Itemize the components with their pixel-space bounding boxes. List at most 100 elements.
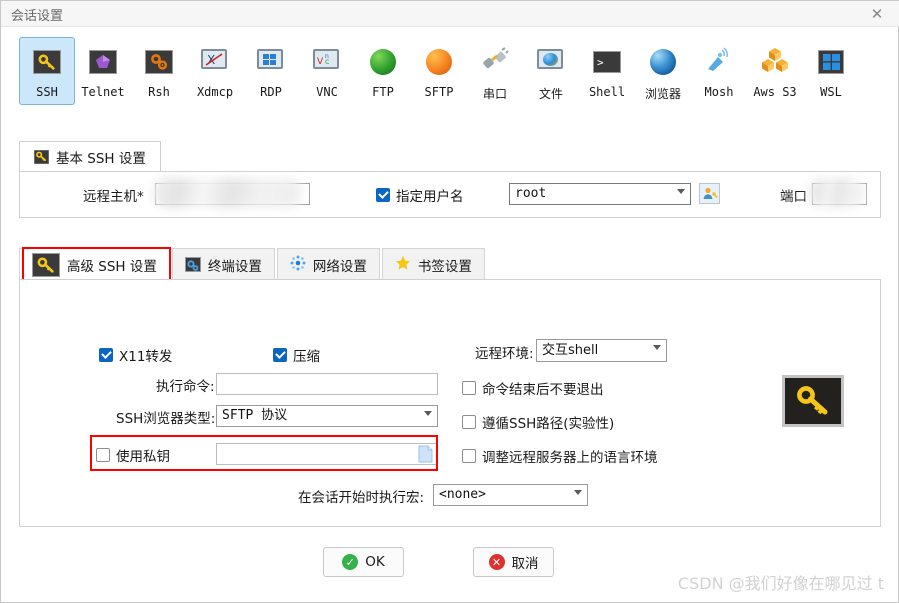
session-type-label: SSH — [36, 85, 58, 99]
window-title: 会话设置 — [11, 9, 64, 24]
session-type-icon — [535, 46, 567, 78]
ok-button-label: OK — [365, 554, 385, 570]
basic-settings-tab-row: 基本 SSH 设置 — [19, 141, 881, 172]
ssh-browser-type-value: SFTP 协议 — [222, 408, 288, 423]
session-type-list: SSH Telnet Rsh X Xdmcp RDP Vc n VNC FTP SFTP 串口 文件 > S… — [19, 37, 859, 105]
tab-adv-1[interactable]: 终端设置 — [171, 248, 275, 280]
follow-ssh-path-label: 遵循SSH路径(实验性) — [482, 416, 615, 432]
terminal-gear-icon — [184, 257, 201, 272]
private-key-path-input[interactable] — [216, 443, 438, 465]
adjust-locale-label: 调整远程服务器上的语言环境 — [482, 450, 658, 466]
session-type-VNC[interactable]: Vc n VNC — [299, 37, 355, 105]
use-private-key-checkbox[interactable] — [96, 448, 110, 462]
cancel-button[interactable]: ✕ 取消 — [473, 547, 554, 577]
close-icon[interactable]: ✕ — [854, 1, 899, 27]
compression-row[interactable]: 压缩 — [273, 345, 320, 365]
network-dots-icon — [290, 255, 306, 275]
xdmcp-monitor-icon: X — [201, 49, 229, 75]
tab-adv-2[interactable]: 网络设置 — [276, 248, 380, 280]
chevron-down-icon — [677, 189, 685, 194]
session-type-Aws S3[interactable]: Aws S3 — [747, 37, 803, 105]
session-type-icon — [87, 46, 119, 78]
session-type-label: 串口 — [482, 87, 507, 101]
tab-label: 终端设置 — [207, 258, 262, 275]
session-settings-dialog: 会话设置 ✕ SSH Telnet Rsh X Xdmcp RDP Vc n VNC FTP SFT… — [0, 0, 899, 603]
x-circle-icon: ✕ — [488, 554, 505, 570]
key-icon — [34, 150, 49, 164]
session-type-串口[interactable]: 串口 — [467, 37, 523, 105]
specify-username-row[interactable]: 指定用户名 — [376, 185, 464, 205]
adjust-locale-checkbox[interactable] — [462, 449, 476, 463]
svg-text:V: V — [317, 57, 324, 67]
x11-forwarding-row[interactable]: X11转发 — [99, 345, 172, 365]
username-combo[interactable]: root — [509, 183, 691, 205]
tab-basic-ssh-settings[interactable]: 基本 SSH 设置 — [19, 141, 161, 172]
chevron-down-icon — [574, 490, 582, 495]
tab-icon — [32, 252, 60, 277]
remote-environment-combo[interactable]: 交互shell — [536, 339, 667, 362]
session-type-label: Telnet — [81, 85, 125, 99]
basic-settings-panel: 远程主机* 指定用户名 root 端口 — [19, 171, 881, 218]
user-key-icon[interactable] — [699, 183, 720, 204]
startup-macro-combo[interactable]: <none> — [433, 484, 588, 506]
follow-ssh-path-checkbox[interactable] — [462, 415, 476, 429]
session-type-icon: X — [199, 46, 231, 78]
file-browse-icon[interactable] — [418, 445, 433, 463]
x11-forwarding-checkbox[interactable] — [99, 348, 113, 362]
chevron-down-icon — [653, 345, 661, 350]
remote-environment-value: 交互shell — [542, 343, 599, 358]
session-type-Mosh[interactable]: Mosh — [691, 37, 747, 105]
use-private-key-label: 使用私钥 — [116, 449, 170, 465]
session-type-icon — [143, 46, 175, 78]
tab-label: 高级 SSH 设置 — [67, 258, 157, 275]
tab-adv-3[interactable]: 书签设置 — [381, 248, 485, 280]
tab-basic-ssh-settings-label: 基本 SSH 设置 — [56, 151, 146, 167]
session-type-浏览器[interactable]: 浏览器 — [635, 37, 691, 105]
session-type-label: RDP — [260, 85, 282, 99]
specify-username-checkbox[interactable] — [376, 188, 390, 202]
advanced-tab-row: 高级 SSH 设置 终端设置 网络设置 书签设置 — [19, 248, 487, 280]
key-icon — [782, 375, 844, 427]
session-type-SFTP[interactable]: SFTP — [411, 37, 467, 105]
session-type-WSL[interactable]: WSL — [803, 37, 859, 105]
session-type-label: Shell — [588, 85, 626, 99]
session-type-RDP[interactable]: RDP — [243, 37, 299, 105]
ssh-browser-type-combo[interactable]: SFTP 协议 — [216, 405, 438, 427]
session-type-文件[interactable]: 文件 — [523, 37, 579, 105]
session-type-label: FTP — [372, 85, 394, 99]
adjust-locale-row[interactable]: 调整远程服务器上的语言环境 — [462, 446, 658, 466]
mosh-satellite-icon — [705, 46, 733, 78]
tab-advanced-ssh-settings[interactable]: 高级 SSH 设置 — [19, 248, 170, 280]
session-type-label: Aws S3 — [753, 85, 797, 99]
follow-ssh-path-row[interactable]: 遵循SSH路径(实验性) — [462, 412, 614, 432]
watermark: CSDN @我们好像在哪见过 t — [677, 574, 884, 593]
aws-s3-cubes-icon — [761, 47, 789, 78]
remote-host-label: 远程主机* — [83, 189, 144, 205]
session-type-SSH[interactable]: SSH — [19, 37, 75, 105]
svg-text:n: n — [325, 53, 329, 60]
vnc-monitor-icon: Vcn — [313, 49, 341, 75]
session-type-Xdmcp[interactable]: X Xdmcp — [187, 37, 243, 105]
session-type-Rsh[interactable]: Rsh — [131, 37, 187, 105]
startup-macro-value: <none> — [439, 487, 486, 502]
session-type-icon — [367, 46, 399, 78]
session-type-toolbar: SSH Telnet Rsh X Xdmcp RDP Vc n VNC FTP SFTP 串口 文件 > S… — [1, 28, 898, 113]
no-exit-after-command-checkbox[interactable] — [462, 381, 476, 395]
specify-username-label: 指定用户名 — [396, 189, 464, 205]
session-type-label: WSL — [820, 85, 842, 99]
use-private-key-row[interactable]: 使用私钥 — [96, 445, 170, 465]
exec-command-input[interactable] — [216, 373, 438, 395]
session-type-FTP[interactable]: FTP — [355, 37, 411, 105]
session-type-icon — [423, 46, 455, 78]
session-type-icon: > — [591, 46, 623, 78]
startup-macro-label: 在会话开始时执行宏: — [298, 490, 425, 506]
file-monitor-icon — [537, 49, 565, 75]
session-type-Telnet[interactable]: Telnet — [75, 37, 131, 105]
compression-checkbox[interactable] — [273, 348, 287, 362]
session-type-label: Mosh — [704, 85, 734, 99]
no-exit-after-command-row[interactable]: 命令结束后不要退出 — [462, 378, 604, 398]
ok-button[interactable]: ✓ OK — [323, 547, 404, 577]
telnet-icon — [89, 50, 117, 74]
session-type-Shell[interactable]: > Shell — [579, 37, 635, 105]
compression-label: 压缩 — [293, 349, 320, 365]
